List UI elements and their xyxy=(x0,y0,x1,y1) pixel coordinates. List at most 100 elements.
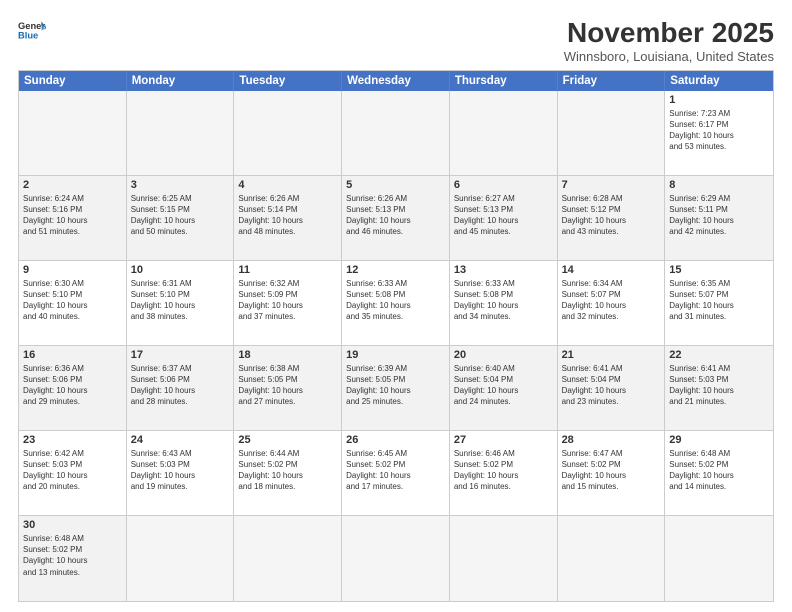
cell-day-number: 9 xyxy=(23,264,122,276)
calendar-cell-empty xyxy=(342,516,450,601)
cell-day-number: 17 xyxy=(131,349,230,361)
day-header-monday: Monday xyxy=(127,71,235,91)
calendar-cell-empty xyxy=(234,91,342,176)
cell-sun-info: Sunrise: 6:33 AM Sunset: 5:08 PM Dayligh… xyxy=(346,278,445,323)
cell-sun-info: Sunrise: 6:35 AM Sunset: 5:07 PM Dayligh… xyxy=(669,278,769,323)
cell-day-number: 27 xyxy=(454,434,553,446)
calendar-cell-9: 9Sunrise: 6:30 AM Sunset: 5:10 PM Daylig… xyxy=(19,261,127,346)
cell-day-number: 3 xyxy=(131,179,230,191)
generalblue-logo-icon: General Blue xyxy=(18,18,46,40)
cell-sun-info: Sunrise: 6:38 AM Sunset: 5:05 PM Dayligh… xyxy=(238,363,337,408)
cell-day-number: 21 xyxy=(562,349,661,361)
calendar-cell-empty xyxy=(450,516,558,601)
calendar-cell-7: 7Sunrise: 6:28 AM Sunset: 5:12 PM Daylig… xyxy=(558,176,666,261)
cell-sun-info: Sunrise: 6:41 AM Sunset: 5:04 PM Dayligh… xyxy=(562,363,661,408)
cell-sun-info: Sunrise: 6:37 AM Sunset: 5:06 PM Dayligh… xyxy=(131,363,230,408)
calendar-body: 1 Sunrise: 7:23 AM Sunset: 6:17 PM Daylig… xyxy=(19,91,773,601)
cell-sun-info: Sunrise: 6:39 AM Sunset: 5:05 PM Dayligh… xyxy=(346,363,445,408)
cell-sun-info: Sunrise: 6:45 AM Sunset: 5:02 PM Dayligh… xyxy=(346,448,445,493)
calendar-cell-empty xyxy=(127,91,235,176)
calendar-cell-28: 28 Sunrise: 6:47 AM Sunset: 5:02 PM Dayli… xyxy=(558,431,666,516)
calendar-cell-24: 24 Sunrise: 6:43 AM Sunset: 5:03 PM Dayli… xyxy=(127,431,235,516)
cell-day-number: 13 xyxy=(454,264,553,276)
cell-sun-info: Sunrise: 6:42 AM Sunset: 5:03 PM Dayligh… xyxy=(23,448,122,493)
day-header-thursday: Thursday xyxy=(450,71,558,91)
page: General Blue November 2025 Winnsboro, Lo… xyxy=(0,0,792,612)
location: Winnsboro, Louisiana, United States xyxy=(564,49,774,64)
calendar-cell-1: 1 Sunrise: 7:23 AM Sunset: 6:17 PM Daylig… xyxy=(665,91,773,176)
calendar-cell-8: 8Sunrise: 6:29 AM Sunset: 5:11 PM Daylig… xyxy=(665,176,773,261)
cell-day-number: 6 xyxy=(454,179,553,191)
cell-sun-info: Sunrise: 6:25 AM Sunset: 5:15 PM Dayligh… xyxy=(131,193,230,238)
calendar: SundayMondayTuesdayWednesdayThursdayFrid… xyxy=(18,70,774,602)
cell-sun-info: Sunrise: 6:26 AM Sunset: 5:13 PM Dayligh… xyxy=(346,193,445,238)
logo: General Blue xyxy=(18,18,46,40)
header: General Blue November 2025 Winnsboro, Lo… xyxy=(18,18,774,64)
calendar-cell-2: 2 Sunrise: 6:24 AM Sunset: 5:16 PM Daylig… xyxy=(19,176,127,261)
cell-day-number: 1 xyxy=(669,94,769,106)
calendar-cell-14: 14 Sunrise: 6:34 AM Sunset: 5:07 PM Dayli… xyxy=(558,261,666,346)
cell-sun-info: Sunrise: 6:33 AM Sunset: 5:08 PM Dayligh… xyxy=(454,278,553,323)
calendar-cell-6: 6 Sunrise: 6:27 AM Sunset: 5:13 PM Daylig… xyxy=(450,176,558,261)
title-section: November 2025 Winnsboro, Louisiana, Unit… xyxy=(564,18,774,64)
cell-day-number: 2 xyxy=(23,179,122,191)
cell-sun-info: Sunrise: 6:34 AM Sunset: 5:07 PM Dayligh… xyxy=(562,278,661,323)
day-header-wednesday: Wednesday xyxy=(342,71,450,91)
calendar-cell-empty xyxy=(558,91,666,176)
day-headers-row: SundayMondayTuesdayWednesdayThursdayFrid… xyxy=(19,71,773,91)
cell-sun-info: Sunrise: 6:40 AM Sunset: 5:04 PM Dayligh… xyxy=(454,363,553,408)
cell-day-number: 22 xyxy=(669,349,769,361)
calendar-cell-empty xyxy=(127,516,235,601)
cell-day-number: 26 xyxy=(346,434,445,446)
cell-day-number: 5 xyxy=(346,179,445,191)
calendar-cell-29: 29Sunrise: 6:48 AM Sunset: 5:02 PM Dayli… xyxy=(665,431,773,516)
cell-sun-info: Sunrise: 6:27 AM Sunset: 5:13 PM Dayligh… xyxy=(454,193,553,238)
cell-sun-info: Sunrise: 6:26 AM Sunset: 5:14 PM Dayligh… xyxy=(238,193,337,238)
calendar-cell-10: 10 Sunrise: 6:31 AM Sunset: 5:10 PM Dayli… xyxy=(127,261,235,346)
cell-day-number: 20 xyxy=(454,349,553,361)
calendar-cell-empty xyxy=(234,516,342,601)
cell-day-number: 14 xyxy=(562,264,661,276)
day-header-saturday: Saturday xyxy=(665,71,773,91)
cell-day-number: 23 xyxy=(23,434,122,446)
cell-sun-info: Sunrise: 6:32 AM Sunset: 5:09 PM Dayligh… xyxy=(238,278,337,323)
cell-sun-info: Sunrise: 6:47 AM Sunset: 5:02 PM Dayligh… xyxy=(562,448,661,493)
cell-day-number: 8 xyxy=(669,179,769,191)
month-title: November 2025 xyxy=(564,18,774,49)
cell-sun-info: Sunrise: 6:36 AM Sunset: 5:06 PM Dayligh… xyxy=(23,363,122,408)
calendar-cell-empty xyxy=(342,91,450,176)
day-header-tuesday: Tuesday xyxy=(234,71,342,91)
cell-sun-info: Sunrise: 6:41 AM Sunset: 5:03 PM Dayligh… xyxy=(669,363,769,408)
calendar-cell-26: 26 Sunrise: 6:45 AM Sunset: 5:02 PM Dayli… xyxy=(342,431,450,516)
cell-sun-info: Sunrise: 6:44 AM Sunset: 5:02 PM Dayligh… xyxy=(238,448,337,493)
cell-day-number: 24 xyxy=(131,434,230,446)
calendar-cell-30: 30Sunrise: 6:48 AM Sunset: 5:02 PM Dayli… xyxy=(19,516,127,601)
calendar-cell-empty xyxy=(665,516,773,601)
cell-sun-info: Sunrise: 6:48 AM Sunset: 5:02 PM Dayligh… xyxy=(23,533,122,578)
calendar-cell-20: 20 Sunrise: 6:40 AM Sunset: 5:04 PM Dayli… xyxy=(450,346,558,431)
calendar-cell-21: 21 Sunrise: 6:41 AM Sunset: 5:04 PM Dayli… xyxy=(558,346,666,431)
calendar-cell-27: 27Sunrise: 6:46 AM Sunset: 5:02 PM Dayli… xyxy=(450,431,558,516)
cell-sun-info: Sunrise: 6:43 AM Sunset: 5:03 PM Dayligh… xyxy=(131,448,230,493)
cell-day-number: 18 xyxy=(238,349,337,361)
cell-sun-info: Sunrise: 6:24 AM Sunset: 5:16 PM Dayligh… xyxy=(23,193,122,238)
calendar-cell-17: 17 Sunrise: 6:37 AM Sunset: 5:06 PM Dayli… xyxy=(127,346,235,431)
cell-day-number: 28 xyxy=(562,434,661,446)
calendar-cell-13: 13 Sunrise: 6:33 AM Sunset: 5:08 PM Dayli… xyxy=(450,261,558,346)
calendar-cell-25: 25Sunrise: 6:44 AM Sunset: 5:02 PM Dayli… xyxy=(234,431,342,516)
cell-day-number: 4 xyxy=(238,179,337,191)
cell-sun-info: Sunrise: 6:31 AM Sunset: 5:10 PM Dayligh… xyxy=(131,278,230,323)
day-header-friday: Friday xyxy=(558,71,666,91)
calendar-cell-empty xyxy=(19,91,127,176)
calendar-cell-22: 22 Sunrise: 6:41 AM Sunset: 5:03 PM Dayli… xyxy=(665,346,773,431)
cell-day-number: 16 xyxy=(23,349,122,361)
cell-day-number: 12 xyxy=(346,264,445,276)
cell-day-number: 15 xyxy=(669,264,769,276)
calendar-cell-5: 5 Sunrise: 6:26 AM Sunset: 5:13 PM Daylig… xyxy=(342,176,450,261)
calendar-cell-15: 15 Sunrise: 6:35 AM Sunset: 5:07 PM Dayli… xyxy=(665,261,773,346)
cell-day-number: 11 xyxy=(238,264,337,276)
day-header-sunday: Sunday xyxy=(19,71,127,91)
cell-day-number: 10 xyxy=(131,264,230,276)
cell-day-number: 7 xyxy=(562,179,661,191)
cell-sun-info: Sunrise: 7:23 AM Sunset: 6:17 PM Dayligh… xyxy=(669,108,769,153)
